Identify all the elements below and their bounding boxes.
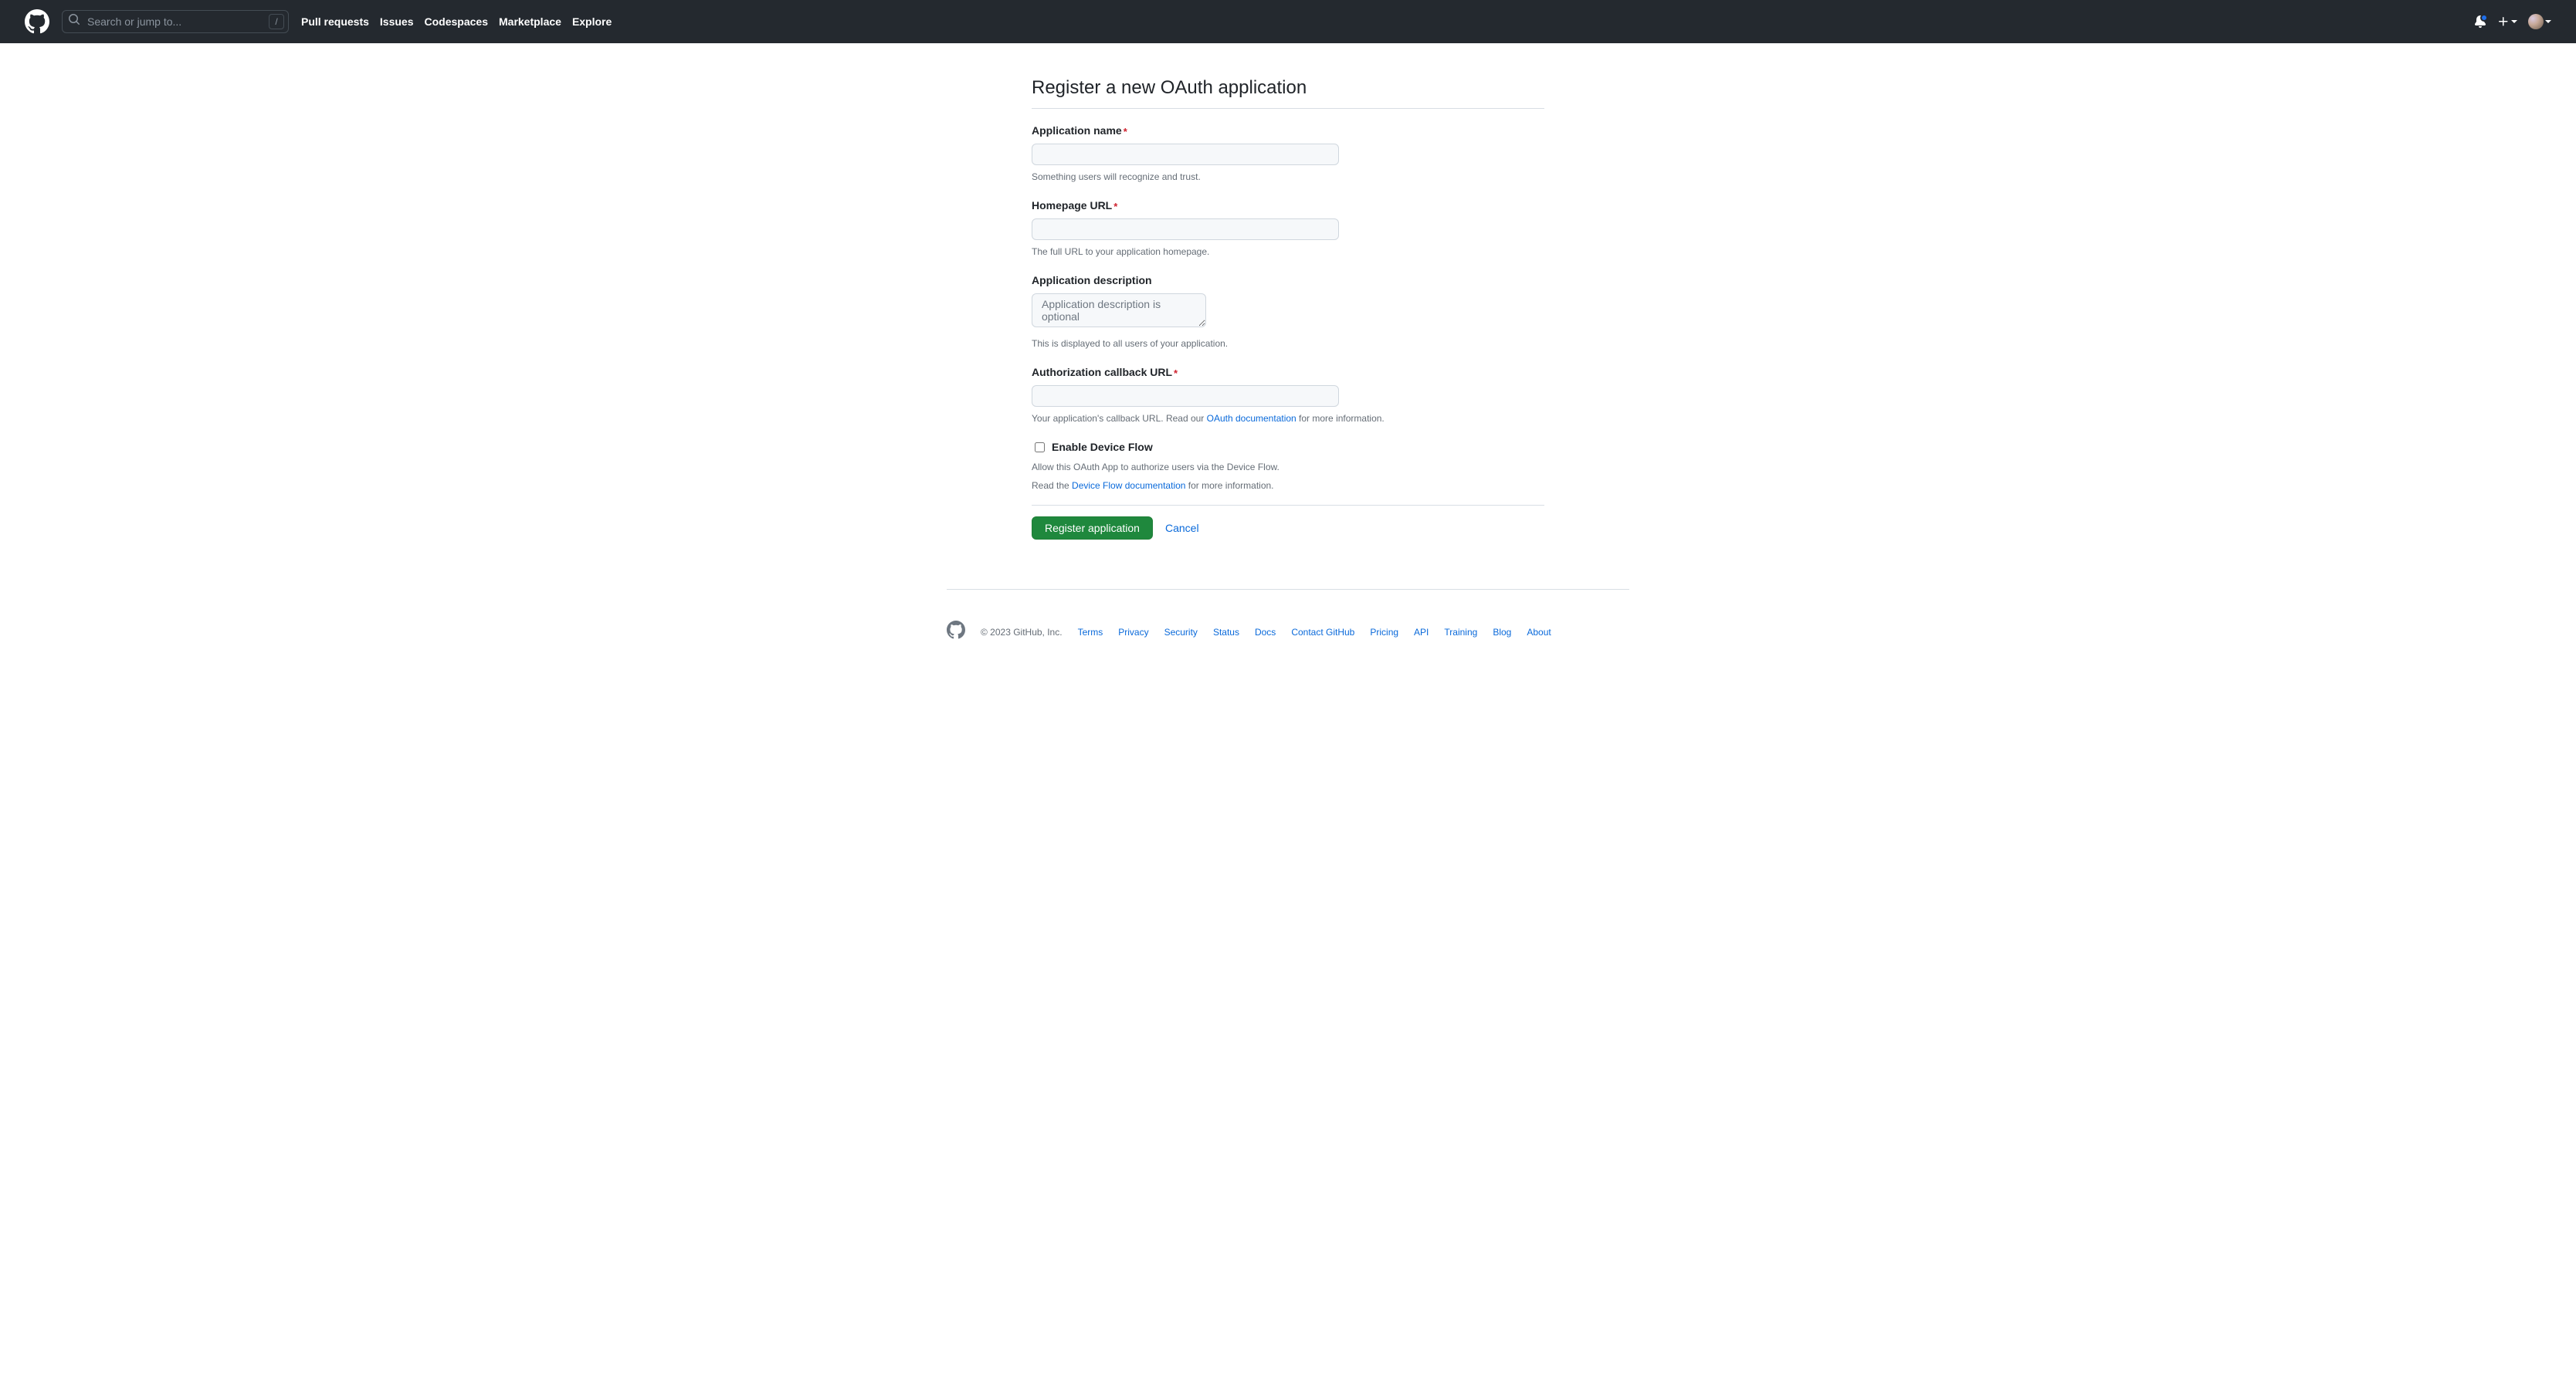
label-text: Application name: [1032, 124, 1122, 137]
nav-codespaces[interactable]: Codespaces: [425, 14, 488, 30]
note-text-post: for more information.: [1296, 413, 1385, 424]
user-menu-button[interactable]: [2528, 14, 2551, 29]
field-homepage-url: Homepage URL* The full URL to your appli…: [1032, 198, 1544, 259]
footer-link-blog[interactable]: Blog: [1493, 627, 1511, 638]
footer-link-status[interactable]: Status: [1213, 627, 1239, 638]
header-nav: Pull requests Issues Codespaces Marketpl…: [301, 14, 612, 30]
mark-github-icon: [25, 9, 49, 34]
nav-explore[interactable]: Explore: [572, 14, 612, 30]
nav-issues[interactable]: Issues: [380, 14, 414, 30]
global-search: /: [62, 10, 289, 33]
main-content: Register a new OAuth application Applica…: [1032, 43, 1544, 558]
notifications-button[interactable]: [2474, 15, 2486, 28]
required-asterisk: *: [1113, 201, 1117, 212]
footer-link-pricing[interactable]: Pricing: [1370, 627, 1398, 638]
footer-link-docs[interactable]: Docs: [1255, 627, 1276, 638]
note-callback-url: Your application's callback URL. Read ou…: [1032, 411, 1544, 425]
label-callback-url: Authorization callback URL*: [1032, 364, 1544, 381]
footer-github-logo[interactable]: [947, 621, 965, 643]
register-application-button[interactable]: Register application: [1032, 516, 1153, 540]
plus-icon: [2497, 15, 2510, 28]
note-device-flow-line1: Allow this OAuth App to authorize users …: [1032, 460, 1544, 474]
label-enable-device-flow[interactable]: Enable Device Flow: [1052, 439, 1153, 455]
input-application-name[interactable]: [1032, 144, 1339, 165]
footer-link-about[interactable]: About: [1527, 627, 1551, 638]
note-homepage-url: The full URL to your application homepag…: [1032, 245, 1544, 259]
footer-link-security[interactable]: Security: [1164, 627, 1198, 638]
search-input[interactable]: [62, 10, 289, 33]
label-application-description: Application description: [1032, 272, 1544, 289]
label-homepage-url: Homepage URL*: [1032, 198, 1544, 214]
caret-down-icon: [2545, 20, 2551, 23]
note-text-pre: Your application's callback URL. Read ou…: [1032, 413, 1207, 424]
nav-marketplace[interactable]: Marketplace: [499, 14, 561, 30]
required-asterisk: *: [1124, 126, 1127, 137]
footer-links: Terms Privacy Security Status Docs Conta…: [1078, 625, 1551, 639]
field-callback-url: Authorization callback URL* Your applica…: [1032, 364, 1544, 425]
footer-link-privacy[interactable]: Privacy: [1118, 627, 1148, 638]
note-text-pre: Read the: [1032, 480, 1072, 491]
required-asterisk: *: [1174, 367, 1178, 379]
global-header: / Pull requests Issues Codespaces Market…: [0, 0, 2576, 43]
link-device-flow-docs[interactable]: Device Flow documentation: [1072, 480, 1185, 491]
footer-link-contact[interactable]: Contact GitHub: [1291, 627, 1354, 638]
textarea-application-description[interactable]: [1032, 293, 1206, 327]
page-title: Register a new OAuth application: [1032, 74, 1544, 109]
note-device-flow-line2: Read the Device Flow documentation for m…: [1032, 479, 1544, 492]
note-text-post: for more information.: [1185, 480, 1273, 491]
caret-down-icon: [2511, 20, 2517, 23]
label-application-name: Application name*: [1032, 123, 1544, 139]
label-text: Authorization callback URL: [1032, 366, 1172, 378]
footer-link-training[interactable]: Training: [1444, 627, 1477, 638]
footer-copyright: © 2023 GitHub, Inc.: [981, 625, 1063, 639]
cancel-link[interactable]: Cancel: [1165, 520, 1199, 536]
form-actions: Register application Cancel: [1032, 516, 1544, 540]
notification-indicator-dot: [2480, 14, 2488, 22]
global-footer: © 2023 GitHub, Inc. Terms Privacy Securi…: [947, 589, 1629, 680]
footer-link-terms[interactable]: Terms: [1078, 627, 1103, 638]
field-enable-device-flow: Enable Device Flow: [1032, 439, 1544, 455]
label-text: Homepage URL: [1032, 199, 1112, 212]
note-application-name: Something users will recognize and trust…: [1032, 170, 1544, 184]
nav-pull-requests[interactable]: Pull requests: [301, 14, 369, 30]
github-logo[interactable]: [25, 9, 49, 34]
link-oauth-docs[interactable]: OAuth documentation: [1207, 413, 1296, 424]
checkbox-enable-device-flow[interactable]: [1035, 442, 1045, 452]
create-menu-button[interactable]: [2497, 15, 2517, 28]
mark-github-icon: [947, 621, 965, 639]
input-callback-url[interactable]: [1032, 385, 1339, 407]
actions-divider: [1032, 505, 1544, 506]
footer-link-api[interactable]: API: [1414, 627, 1429, 638]
input-homepage-url[interactable]: [1032, 218, 1339, 240]
field-application-description: Application description This is displaye…: [1032, 272, 1544, 350]
user-avatar: [2528, 14, 2544, 29]
field-application-name: Application name* Something users will r…: [1032, 123, 1544, 184]
header-right: [2474, 14, 2551, 29]
note-application-description: This is displayed to all users of your a…: [1032, 337, 1544, 350]
